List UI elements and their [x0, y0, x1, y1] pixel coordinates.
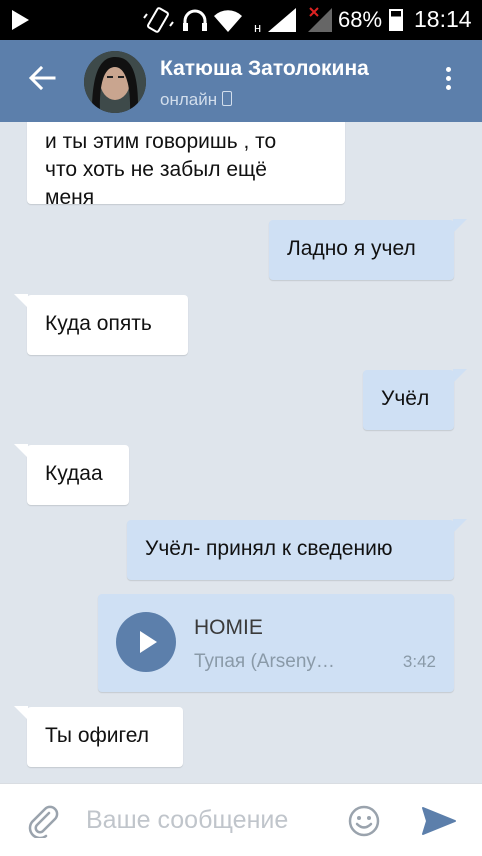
- message-text: Ладно я учел: [287, 237, 416, 260]
- message-bubble-incoming[interactable]: и ты этим говоришь , то что хоть не забы…: [27, 122, 345, 209]
- vibrate-icon: [143, 7, 174, 33]
- message-text: Кудаа: [45, 462, 103, 485]
- audio-title: HOMIE: [194, 616, 263, 639]
- avatar[interactable]: [84, 51, 146, 113]
- clock: 18:14: [414, 6, 472, 32]
- more-vertical-icon[interactable]: [436, 64, 460, 100]
- battery-percent: 68%: [338, 7, 383, 32]
- audio-artist: Тупая (Arseny…: [194, 651, 335, 672]
- arrow-left-icon[interactable]: [26, 62, 58, 94]
- message-bubble-outgoing[interactable]: Учёл: [363, 369, 467, 430]
- status-icons: н: [143, 7, 296, 35]
- smiley-icon[interactable]: [348, 805, 380, 837]
- message-text: Учёл- принял к сведению: [145, 537, 393, 560]
- message-text: и ты этим говоришь , то что хоть не забы…: [45, 130, 277, 209]
- wifi-icon: [214, 10, 242, 32]
- message-bubble-incoming[interactable]: Куда опять: [14, 294, 188, 355]
- audio-duration: 3:42: [402, 652, 436, 671]
- message-bubble-outgoing[interactable]: Ладно я учел: [269, 219, 467, 280]
- play-icon: [12, 10, 29, 30]
- contact-status: онлайн: [160, 90, 233, 110]
- mobile-phone-icon: [222, 91, 233, 106]
- contact-status-text: онлайн: [160, 90, 218, 109]
- message-bubble-outgoing[interactable]: Учёл- принял к сведению: [127, 519, 467, 580]
- battery-icon: [389, 9, 403, 31]
- message-text: Ты офигел: [45, 724, 149, 747]
- headset-icon: [183, 9, 207, 31]
- paperclip-icon[interactable]: [26, 804, 60, 838]
- status-bar: н 68% 18:14: [0, 0, 482, 40]
- message-list[interactable]: и ты этим говоришь , то что хоть не забы…: [0, 122, 482, 783]
- play-icon: [140, 631, 157, 653]
- message-text: Учёл: [381, 387, 430, 410]
- message-input[interactable]: [86, 800, 326, 840]
- message-text: Куда опять: [45, 312, 152, 335]
- message-bubble-incoming[interactable]: Ты офигел: [14, 706, 183, 767]
- audio-play-button[interactable]: [116, 612, 176, 672]
- audio-attachment[interactable]: HOMIE Тупая (Arseny… 3:42: [98, 594, 454, 692]
- signal-no-data-icon: [308, 7, 332, 32]
- message-composer: [0, 783, 482, 856]
- send-icon[interactable]: [421, 806, 457, 836]
- svg-text:н: н: [254, 20, 261, 35]
- signal-icon: [268, 8, 296, 32]
- contact-name[interactable]: Катюша Затолокина: [160, 57, 369, 81]
- message-bubble-incoming[interactable]: Кудаа: [14, 444, 129, 505]
- chat-header: Катюша Затолокина онлайн: [0, 40, 482, 122]
